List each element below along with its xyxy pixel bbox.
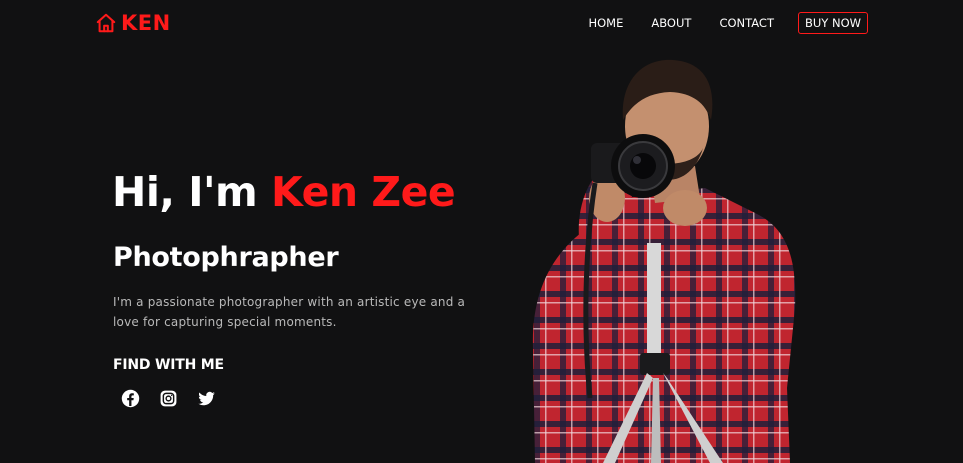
buy-now-button[interactable]: BUY NOW xyxy=(797,12,868,34)
brand-name: KEN xyxy=(121,11,171,35)
facebook-icon[interactable] xyxy=(120,388,140,408)
nav-about-link[interactable]: ABOUT xyxy=(651,12,691,34)
main-nav: HOME ABOUT CONTACT BUY NOW xyxy=(588,12,868,34)
nav-home-link[interactable]: HOME xyxy=(588,12,623,34)
twitter-icon[interactable] xyxy=(196,388,216,408)
social-links xyxy=(120,388,216,408)
hero-heading: Hi, I'm Ken Zee xyxy=(112,166,456,218)
hero-name: Ken Zee xyxy=(271,168,456,216)
hero-role: Photophrapher xyxy=(113,242,339,273)
hero-greeting: Hi, I'm xyxy=(112,168,272,216)
instagram-icon[interactable] xyxy=(158,388,178,408)
find-with-me-heading: FIND WITH ME xyxy=(113,357,224,373)
home-icon xyxy=(95,12,117,34)
hero-description: I'm a passionate photographer with an ar… xyxy=(113,295,466,329)
brand-logo[interactable]: KEN xyxy=(95,10,171,36)
nav-contact-link[interactable]: CONTACT xyxy=(719,12,774,34)
photographer-image xyxy=(525,48,810,463)
